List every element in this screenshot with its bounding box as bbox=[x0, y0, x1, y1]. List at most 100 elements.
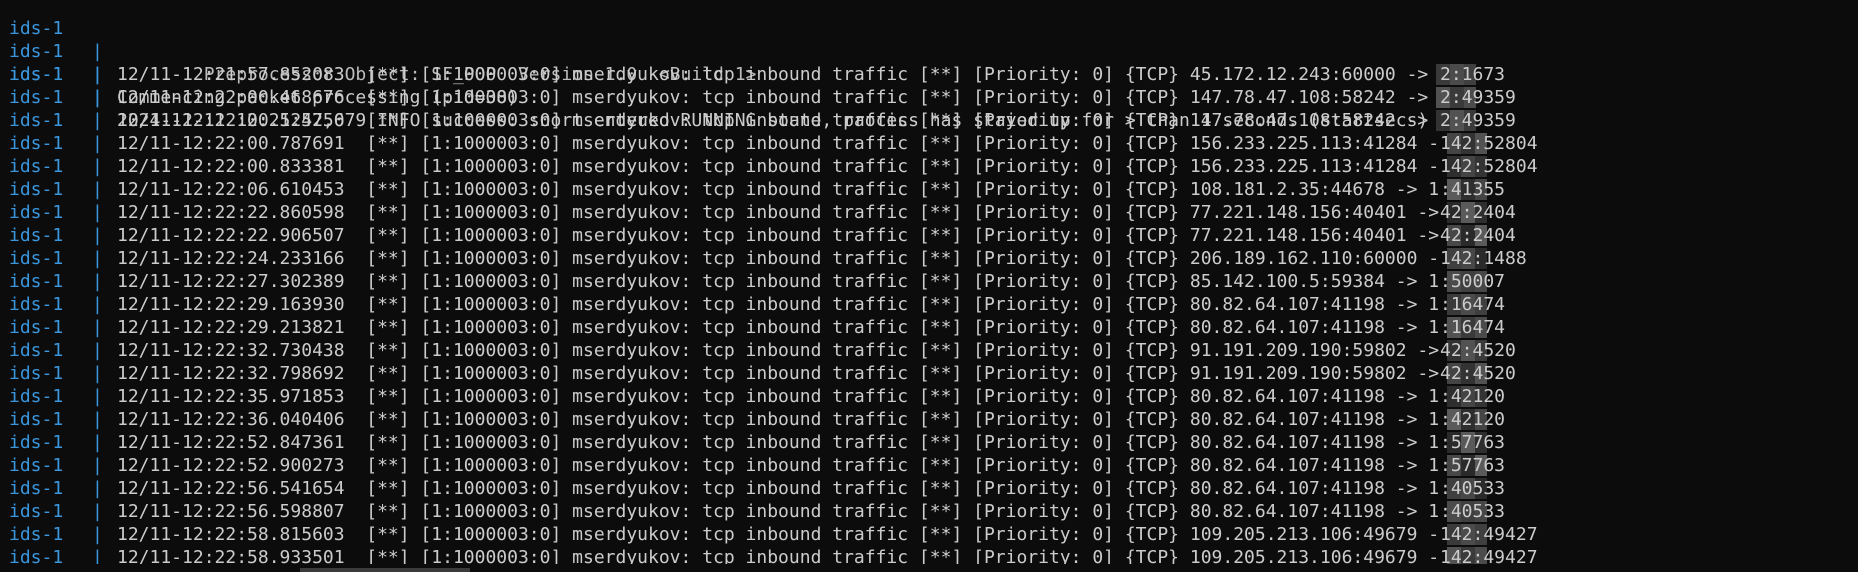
separator: | bbox=[92, 110, 103, 131]
service-prefix: ids-1 bbox=[9, 294, 64, 315]
alert-line: ids-1 | 12/11-12:22:56.541654 [**] [1:1000… bbox=[0, 477, 1858, 500]
destination-port: 42:2404 bbox=[1440, 202, 1516, 223]
alert-message: 12/11-12:22:27.302389 [**] [1:1000003:0]… bbox=[117, 271, 1440, 292]
service-prefix: ids-1 bbox=[9, 317, 64, 338]
service-prefix: ids-1 bbox=[9, 501, 64, 522]
destination-port: :57763 bbox=[1440, 455, 1506, 476]
destination-port: :16474 bbox=[1440, 294, 1506, 315]
separator: | bbox=[92, 87, 103, 108]
terminal-output[interactable]: ids-1 | Preprocessor Object: SF_POP Vers… bbox=[0, 0, 1858, 572]
alert-line: ids-1 | 12/11-12:22:00.524256 [**] [1:1000… bbox=[0, 109, 1858, 132]
service-prefix: ids-1 bbox=[9, 524, 64, 545]
service-prefix: ids-1 bbox=[9, 225, 64, 246]
destination-port: :40533 bbox=[1440, 478, 1506, 499]
alert-line: ids-1 | 12/11-12:22:27.302389 [**] [1:1000… bbox=[0, 270, 1858, 293]
alert-line: ids-1 | 12/11-12:22:56.598807 [**] [1:1000… bbox=[0, 500, 1858, 523]
separator: | bbox=[92, 294, 103, 315]
service-prefix: ids-1 bbox=[9, 248, 64, 269]
alert-line: ids-1 | 12/11-12:22:06.610453 [**] [1:1000… bbox=[0, 178, 1858, 201]
alert-message: 12/11-12:22:32.730438 [**] [1:1000003:0]… bbox=[117, 340, 1440, 361]
service-prefix: ids-1 bbox=[9, 409, 64, 430]
service-prefix: ids-1 bbox=[9, 202, 64, 223]
log-line: ids-1 | Commencing packet processing (pi… bbox=[0, 17, 1858, 108]
separator: | bbox=[92, 317, 103, 338]
separator: | bbox=[92, 133, 103, 154]
alert-line: ids-1 | 12/11-12:21:57.852083 [**] [1:1000… bbox=[0, 63, 1858, 86]
destination-port: 142:1488 bbox=[1440, 248, 1527, 269]
service-prefix: ids-1 bbox=[9, 271, 64, 292]
alert-line: ids-1 | 12/11-12:22:29.163930 [**] [1:1000… bbox=[0, 293, 1858, 316]
alert-message: 12/11-12:22:36.040406 [**] [1:1000003:0]… bbox=[117, 409, 1440, 430]
destination-port: :41355 bbox=[1440, 179, 1506, 200]
destination-port: 2:49359 bbox=[1440, 87, 1516, 108]
destination-port: 42:4520 bbox=[1440, 363, 1516, 384]
separator: | bbox=[92, 455, 103, 476]
log-line: ids-1 | 2024-12-11 12:21:57,079 INFO suc… bbox=[0, 40, 1858, 131]
alert-message: 12/11-12:22:29.213821 [**] [1:1000003:0]… bbox=[117, 317, 1440, 338]
destination-port: 2:49359 bbox=[1440, 110, 1516, 131]
separator: | bbox=[92, 478, 103, 499]
alert-line: ids-1 | 12/11-12:22:00.468676 [**] [1:1000… bbox=[0, 86, 1858, 109]
service-prefix: ids-1 bbox=[9, 110, 64, 131]
alert-message: 12/11-12:22:32.798692 [**] [1:1000003:0]… bbox=[117, 363, 1440, 384]
alert-message: 12/11-12:22:52.900273 [**] [1:1000003:0]… bbox=[117, 455, 1440, 476]
alert-line: ids-1 | 12/11-12:22:35.971853 [**] [1:1000… bbox=[0, 385, 1858, 408]
separator: | bbox=[92, 156, 103, 177]
alert-message: 12/11-12:22:58.815603 [**] [1:1000003:0]… bbox=[117, 524, 1440, 545]
alert-line: ids-1 | 12/11-12:22:00.787691 [**] [1:1000… bbox=[0, 132, 1858, 155]
service-prefix: ids-1 bbox=[9, 133, 64, 154]
destination-port: :42120 bbox=[1440, 386, 1506, 407]
alert-line: ids-1 | 12/11-12:22:32.730438 [**] [1:1000… bbox=[0, 339, 1858, 362]
alert-line: ids-1 | 12/11-12:22:58.815603 [**] [1:1000… bbox=[0, 523, 1858, 546]
separator: | bbox=[92, 248, 103, 269]
separator: | bbox=[92, 179, 103, 200]
destination-port: :42120 bbox=[1440, 409, 1506, 430]
alert-message: 12/11-12:22:06.610453 [**] [1:1000003:0]… bbox=[117, 179, 1440, 200]
separator: | bbox=[92, 501, 103, 522]
destination-port: 2:1673 bbox=[1440, 64, 1506, 85]
destination-port: :40533 bbox=[1440, 501, 1506, 522]
separator: | bbox=[92, 363, 103, 384]
alert-message: 12/11-12:21:57.852083 [**] [1:1000003:0]… bbox=[117, 64, 1429, 85]
cut-off-line-fragment bbox=[300, 568, 470, 572]
alert-line: ids-1 | 12/11-12:22:29.213821 [**] [1:1000… bbox=[0, 316, 1858, 339]
alert-line: ids-1 | 12/11-12:22:00.833381 [**] [1:1000… bbox=[0, 155, 1858, 178]
separator: | bbox=[92, 432, 103, 453]
terminal-bottom-edge bbox=[0, 564, 1858, 572]
service-prefix: ids-1 bbox=[9, 179, 64, 200]
separator: | bbox=[92, 340, 103, 361]
destination-port: 142:52804 bbox=[1440, 133, 1538, 154]
alert-message: 12/11-12:22:00.524256 [**] [1:1000003:0]… bbox=[117, 110, 1429, 131]
service-prefix: ids-1 bbox=[9, 340, 64, 361]
service-prefix: ids-1 bbox=[9, 386, 64, 407]
separator: | bbox=[92, 524, 103, 545]
alert-message: 12/11-12:22:00.468676 [**] [1:1000003:0]… bbox=[117, 87, 1429, 108]
log-line: ids-1 | Preprocessor Object: SF_POP Vers… bbox=[0, 0, 1858, 85]
destination-port: 42:2404 bbox=[1440, 225, 1516, 246]
separator: | bbox=[92, 225, 103, 246]
service-prefix: ids-1 bbox=[9, 64, 64, 85]
alert-message: 12/11-12:22:22.906507 [**] [1:1000003:0]… bbox=[117, 225, 1440, 246]
separator: | bbox=[92, 202, 103, 223]
destination-port: 42:4520 bbox=[1440, 340, 1516, 361]
alert-message: 12/11-12:22:22.860598 [**] [1:1000003:0]… bbox=[117, 202, 1440, 223]
destination-port: :50007 bbox=[1440, 271, 1506, 292]
service-prefix: ids-1 bbox=[9, 455, 64, 476]
destination-port: 142:52804 bbox=[1440, 156, 1538, 177]
destination-port: :16474 bbox=[1440, 317, 1506, 338]
alert-message: 12/11-12:22:56.541654 [**] [1:1000003:0]… bbox=[117, 478, 1440, 499]
alert-line: ids-1 | 12/11-12:22:22.860598 [**] [1:1000… bbox=[0, 201, 1858, 224]
service-prefix: ids-1 bbox=[9, 87, 64, 108]
alert-message: 12/11-12:22:35.971853 [**] [1:1000003:0]… bbox=[117, 386, 1440, 407]
alert-line: ids-1 | 12/11-12:22:36.040406 [**] [1:1000… bbox=[0, 408, 1858, 431]
alert-message: 12/11-12:22:00.833381 [**] [1:1000003:0]… bbox=[117, 156, 1440, 177]
alert-message: 12/11-12:22:29.163930 [**] [1:1000003:0]… bbox=[117, 294, 1440, 315]
alert-line: ids-1 | 12/11-12:22:52.900273 [**] [1:1000… bbox=[0, 454, 1858, 477]
alert-line: ids-1 | 12/11-12:22:32.798692 [**] [1:1000… bbox=[0, 362, 1858, 385]
alert-message: 12/11-12:22:56.598807 [**] [1:1000003:0]… bbox=[117, 501, 1440, 522]
service-prefix: ids-1 bbox=[9, 363, 64, 384]
alert-line: ids-1 | 12/11-12:22:24.233166 [**] [1:1000… bbox=[0, 247, 1858, 270]
separator: | bbox=[92, 271, 103, 292]
separator: | bbox=[92, 64, 103, 85]
alert-line: ids-1 | 12/11-12:22:22.906507 [**] [1:1000… bbox=[0, 224, 1858, 247]
